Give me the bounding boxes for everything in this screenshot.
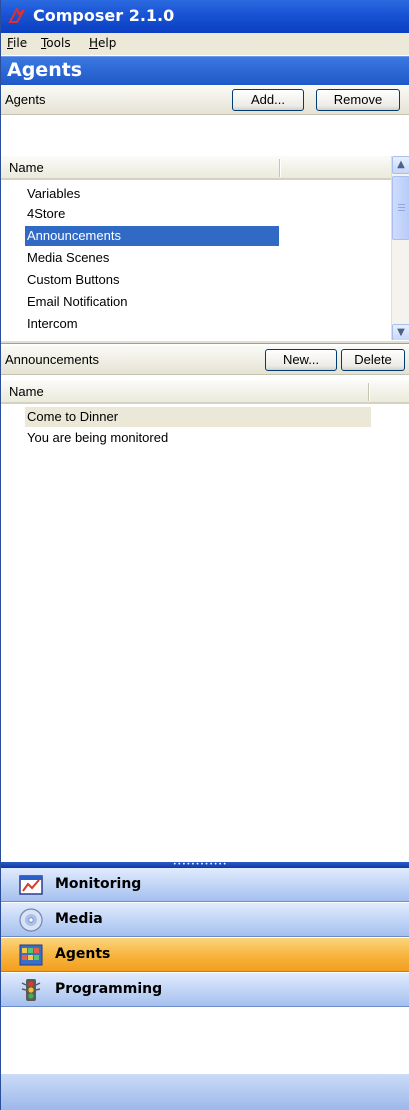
- nav-programming[interactable]: Programming: [1, 973, 409, 1007]
- scroll-up-arrow-icon[interactable]: ▲: [392, 156, 409, 174]
- agents-column-header[interactable]: Name: [1, 156, 392, 180]
- composer-window: Composer 2.1.0 File Tools Help Agents Ag…: [0, 0, 409, 1110]
- panel-header: Agents: [1, 56, 409, 86]
- agents-scrollbar[interactable]: ▲ ▼: [391, 156, 409, 342]
- list-item[interactable]: Custom Buttons: [25, 270, 120, 290]
- column-separator[interactable]: [368, 383, 370, 401]
- list-item[interactable]: You are being monitored: [25, 428, 168, 448]
- list-item-selected[interactable]: Announcements: [25, 226, 279, 246]
- column-separator[interactable]: [279, 159, 281, 177]
- nav-pane-footer: [1, 1074, 409, 1110]
- composer-app-icon: [8, 6, 25, 23]
- remove-agent-button[interactable]: Remove: [316, 89, 400, 111]
- delete-announcement-button[interactable]: Delete: [341, 349, 405, 371]
- media-disc-icon: [19, 908, 43, 932]
- list-item[interactable]: Variables: [25, 184, 80, 204]
- list-item[interactable]: 4Store: [25, 204, 65, 224]
- list-item[interactable]: Media Scenes: [25, 248, 109, 268]
- list-item[interactable]: Come to Dinner: [25, 407, 371, 427]
- nav-label: Media: [55, 911, 103, 927]
- new-announcement-button[interactable]: New...: [265, 349, 337, 371]
- nav-agents[interactable]: Agents: [1, 938, 409, 972]
- announcements-column-header[interactable]: Name: [1, 380, 409, 404]
- nav-label: Programming: [55, 981, 163, 997]
- nav-label: Agents: [55, 946, 111, 962]
- nav-label: Monitoring: [55, 876, 142, 892]
- monitoring-icon: [19, 875, 43, 895]
- name-column-label: Name: [9, 160, 44, 175]
- menu-bar: File Tools Help: [1, 33, 409, 56]
- scroll-thumb[interactable]: [392, 176, 409, 240]
- add-agent-button[interactable]: Add...: [232, 89, 304, 111]
- list-item[interactable]: Email Notification: [25, 292, 127, 312]
- section-divider[interactable]: [1, 340, 409, 344]
- title-bar[interactable]: Composer 2.1.0: [1, 0, 409, 33]
- menu-help[interactable]: Help: [89, 36, 116, 50]
- nav-media[interactable]: Media: [1, 903, 409, 937]
- nav-monitoring[interactable]: Monitoring: [1, 868, 409, 902]
- panel-title: Agents: [7, 59, 83, 81]
- menu-tools[interactable]: Tools: [41, 36, 71, 50]
- announcements-toolbar: Announcements New... Delete: [1, 345, 409, 375]
- agents-toolbar: Agents Add... Remove: [1, 85, 409, 115]
- agents-list[interactable]: Name Variables 4Store Announcements Medi…: [1, 156, 409, 342]
- window-title: Composer 2.1.0: [33, 6, 175, 25]
- announcements-list[interactable]: Name Come to Dinner You are being monito…: [1, 380, 409, 860]
- announcements-section-label: Announcements: [5, 352, 99, 367]
- menu-file[interactable]: File: [7, 36, 27, 50]
- agents-section-label: Agents: [5, 92, 46, 107]
- list-item[interactable]: Intercom: [25, 314, 78, 334]
- traffic-light-icon: [21, 979, 41, 1001]
- agents-icon: [19, 944, 43, 966]
- name-column-label: Name: [9, 384, 44, 399]
